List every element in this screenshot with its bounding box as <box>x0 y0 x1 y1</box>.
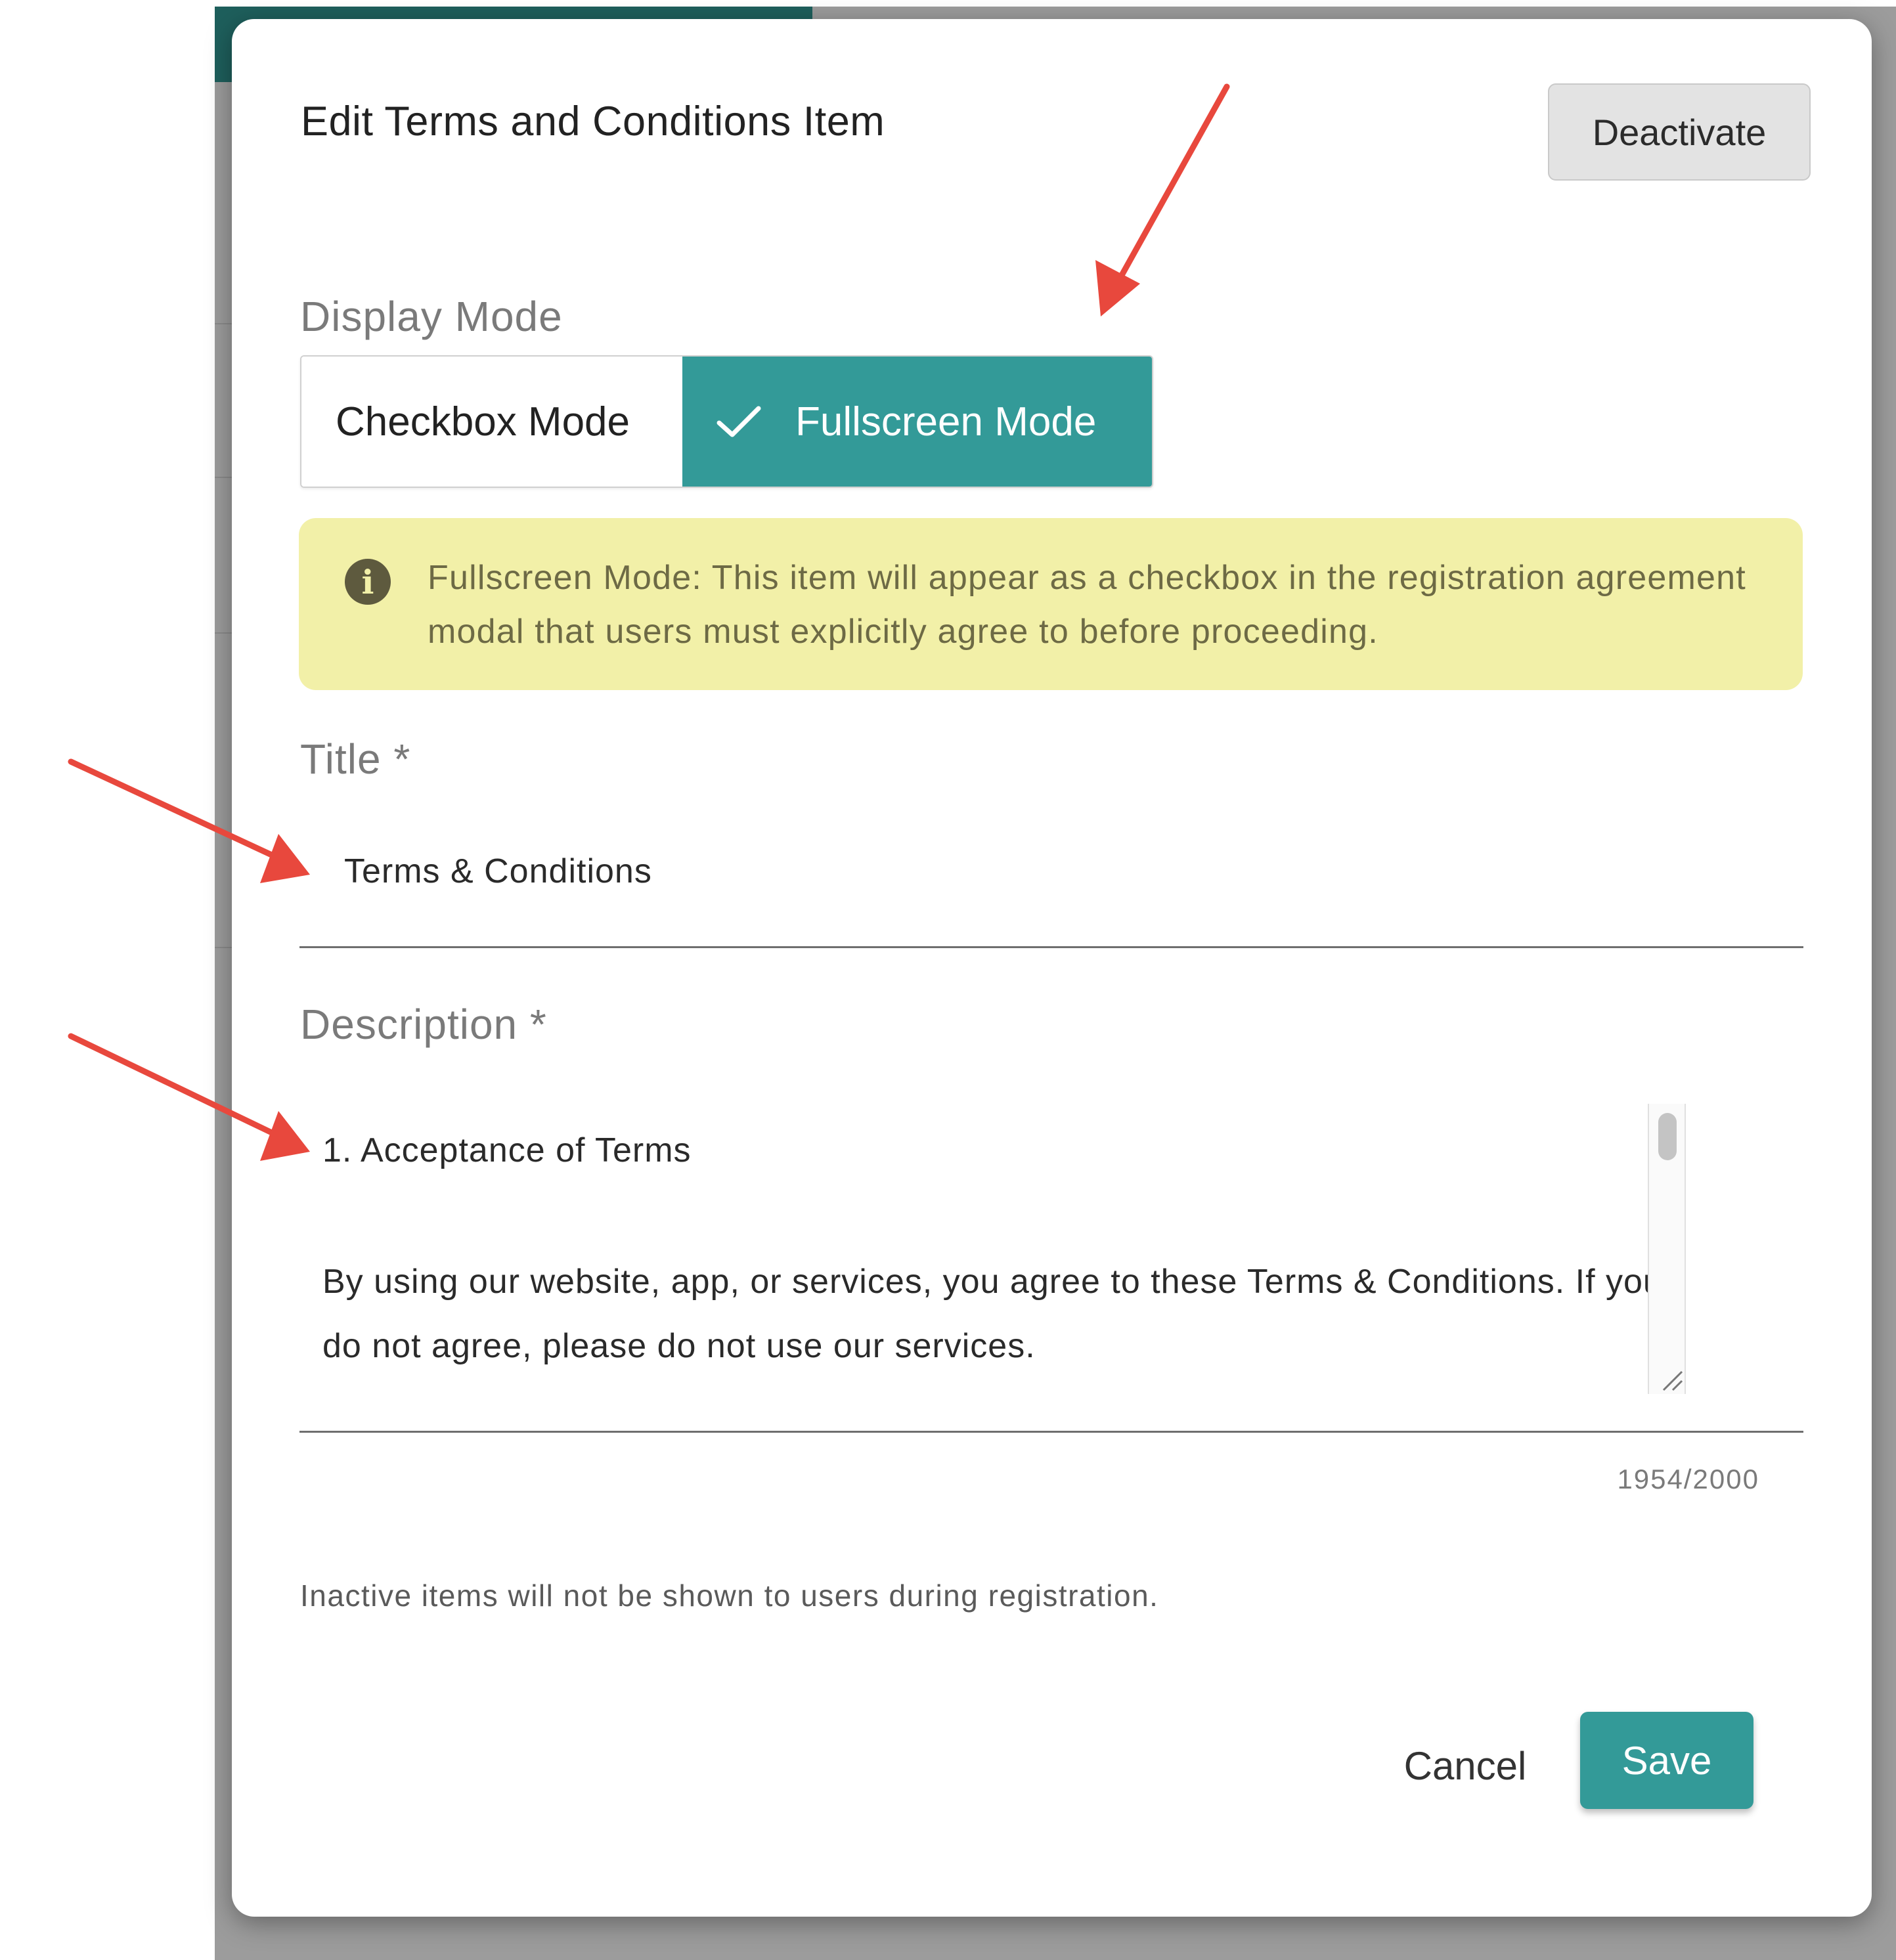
info-banner: i Fullscreen Mode: This item will appear… <box>299 518 1803 690</box>
description-content: 1. Acceptance of Terms By using our webs… <box>322 1104 1675 1378</box>
title-field-label: Title * <box>300 735 411 783</box>
deactivate-button[interactable]: Deactivate <box>1548 83 1811 181</box>
description-textarea[interactable]: 1. Acceptance of Terms By using our webs… <box>322 1104 1741 1412</box>
save-button[interactable]: Save <box>1580 1712 1753 1809</box>
description-heading: 1. Acceptance of Terms <box>322 1131 692 1169</box>
display-mode-toggle: Checkbox Mode Fullscreen Mode <box>300 355 1153 488</box>
info-text: Fullscreen Mode: This item will appear a… <box>428 559 1746 651</box>
title-input[interactable]: Terms & Conditions <box>344 852 652 891</box>
checkbox-mode-label: Checkbox Mode <box>336 399 630 445</box>
cancel-button[interactable]: Cancel <box>1393 1726 1537 1805</box>
edit-terms-dialog: Edit Terms and Conditions Item Deactivat… <box>232 19 1872 1917</box>
dialog-title: Edit Terms and Conditions Item <box>301 98 885 144</box>
title-underline <box>299 946 1803 948</box>
scrollbar[interactable] <box>1648 1104 1686 1394</box>
character-counter: 1954/2000 <box>1617 1464 1759 1494</box>
description-underline <box>299 1431 1803 1433</box>
resize-handle-icon[interactable] <box>1648 1356 1686 1394</box>
fullscreen-mode-option[interactable]: Fullscreen Mode <box>682 357 1152 487</box>
description-body: By using our website, app, or services, … <box>322 1263 1663 1365</box>
inactive-hint: Inactive items will not be shown to user… <box>300 1579 1159 1613</box>
display-mode-label: Display Mode <box>300 293 563 340</box>
info-icon: i <box>345 559 391 605</box>
description-field-label: Description * <box>300 1001 547 1048</box>
checkbox-mode-option[interactable]: Checkbox Mode <box>301 357 682 487</box>
scrollbar-thumb[interactable] <box>1658 1113 1677 1160</box>
check-icon <box>717 406 761 437</box>
fullscreen-mode-label: Fullscreen Mode <box>795 399 1097 445</box>
